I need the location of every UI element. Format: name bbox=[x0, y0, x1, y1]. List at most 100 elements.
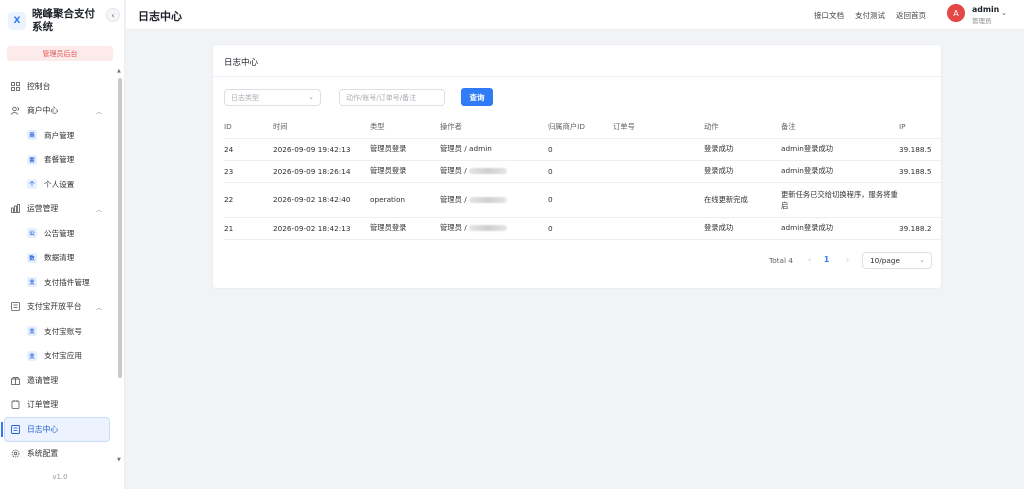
page-number-current[interactable]: 1 bbox=[824, 255, 829, 264]
avatar[interactable]: A bbox=[947, 4, 965, 22]
column-header: 归属商户ID bbox=[548, 116, 613, 139]
back-home-link[interactable]: 返回首页 bbox=[896, 10, 926, 21]
sidebar-item-label: 公告管理 bbox=[44, 228, 75, 238]
operator-text: 管理员 / bbox=[440, 166, 469, 175]
sidebar-item-alipay-apps[interactable]: 支支付宝应用 bbox=[0, 344, 118, 369]
sidebar-item-announcements[interactable]: 公公告管理 bbox=[0, 221, 118, 246]
cell-order-no bbox=[613, 160, 704, 183]
cell-merchant-id: 0 bbox=[548, 160, 613, 183]
cell-time: 2026-09-09 19:42:13 bbox=[273, 138, 370, 161]
cell-merchant-id: 0 bbox=[548, 217, 613, 240]
sidebar-item-personal-settings[interactable]: 个个人设置 bbox=[0, 172, 118, 197]
sidebar-item-orders[interactable]: 订单管理 bbox=[0, 393, 118, 418]
scrollbar-thumb[interactable] bbox=[118, 78, 122, 378]
cell-action: 登录成功 bbox=[704, 217, 781, 240]
cell-note: admin登录成功 bbox=[781, 138, 899, 161]
badge-icon: 个 bbox=[27, 179, 37, 190]
page-size-select[interactable]: 10/page ⌄ bbox=[862, 252, 932, 269]
badge-icon: 套 bbox=[27, 154, 37, 165]
top-header: 日志中心 接口文档 支付测试 返回首页 A admin 管理员 ⌄ bbox=[126, 0, 1024, 30]
cell-operator: 管理员 / bbox=[440, 182, 548, 218]
query-button[interactable]: 查询 bbox=[461, 88, 493, 106]
sidebar-item-dashboard[interactable]: 控制台 bbox=[0, 74, 118, 99]
chevron-down-icon[interactable]: ⌄ bbox=[1001, 9, 1007, 17]
cell-operator: 管理员 / bbox=[440, 217, 548, 240]
sidebar-nav: 控制台 商户中心 ︿ 商商户管理 套套餐管理 个个人设置 运营管理 ︿ 公公告管… bbox=[0, 74, 118, 466]
sidebar-item-payment-plugins[interactable]: 支支付插件管理 bbox=[0, 270, 118, 295]
total-count: Total 4 bbox=[769, 256, 794, 265]
cell-type: operation bbox=[370, 182, 440, 218]
gear-icon bbox=[10, 449, 20, 459]
sidebar-item-alipay-platform[interactable]: 支付宝开放平台 ︿ bbox=[0, 295, 118, 320]
sidebar-item-invites[interactable]: 邀请管理 bbox=[0, 368, 118, 393]
cell-order-no bbox=[613, 138, 704, 161]
chevron-down-icon: ⌄ bbox=[308, 93, 314, 101]
chevron-up-icon: ︿ bbox=[95, 304, 102, 312]
sidebar-item-label: 商户中心 bbox=[27, 106, 59, 116]
sidebar-item-merchant-center[interactable]: 商户中心 ︿ bbox=[0, 99, 118, 124]
sidebar-item-system-config[interactable]: 系统配置 bbox=[0, 442, 118, 467]
sidebar-item-logs[interactable]: 日志中心 bbox=[1, 417, 110, 442]
platform-icon bbox=[10, 302, 20, 312]
prev-page-icon[interactable]: ‹ bbox=[808, 255, 811, 264]
cell-merchant-id: 0 bbox=[548, 138, 613, 161]
next-page-icon[interactable]: › bbox=[846, 255, 849, 264]
log-type-select[interactable]: 日志类型 ⌄ bbox=[224, 89, 321, 106]
sidebar-item-label: 数据清理 bbox=[44, 253, 75, 263]
payment-test-link[interactable]: 支付测试 bbox=[855, 10, 885, 21]
badge-icon: 支 bbox=[27, 326, 37, 337]
column-header: IP bbox=[899, 116, 941, 139]
cell-type: 管理员登录 bbox=[370, 217, 440, 240]
cell-id: 21 bbox=[224, 217, 273, 240]
sidebar-item-label: 系统配置 bbox=[27, 449, 59, 459]
sidebar-scrollbar[interactable]: ▲ ▼ bbox=[117, 68, 122, 463]
column-header: 类型 bbox=[370, 116, 440, 139]
table-row: 24 2026-09-09 19:42:13 管理员登录 管理员 / admin… bbox=[224, 138, 941, 161]
log-icon bbox=[10, 424, 20, 434]
sidebar-item-alipay-accounts[interactable]: 支支付宝账号 bbox=[0, 319, 118, 344]
sidebar-item-label: 邀请管理 bbox=[27, 375, 59, 385]
cell-id: 23 bbox=[224, 160, 273, 183]
sidebar-item-label: 商户管理 bbox=[44, 130, 75, 140]
scroll-up-icon[interactable]: ▲ bbox=[117, 68, 121, 74]
app-version: v1.0 bbox=[52, 473, 68, 481]
badge-icon: 支 bbox=[27, 350, 37, 361]
column-header: 备注 bbox=[781, 116, 899, 139]
search-input[interactable] bbox=[339, 89, 445, 106]
cell-time: 2026-09-09 18:26:14 bbox=[273, 160, 370, 183]
chevron-up-icon: ︿ bbox=[95, 108, 102, 116]
operator-text: 管理员 / bbox=[440, 223, 469, 232]
user-role: 管理员 bbox=[972, 17, 992, 25]
sidebar-item-data-cleanup[interactable]: 数数据清理 bbox=[0, 246, 118, 271]
sidebar-item-label: 订单管理 bbox=[27, 400, 59, 410]
cell-ip: 39.188.5 bbox=[899, 138, 941, 161]
order-icon bbox=[10, 400, 20, 410]
badge-icon: 数 bbox=[27, 252, 37, 263]
sidebar-item-package-management[interactable]: 套套餐管理 bbox=[0, 148, 118, 173]
sidebar-item-label: 支付宝开放平台 bbox=[27, 302, 82, 312]
collapse-sidebar-button[interactable]: ‹ bbox=[106, 8, 120, 22]
sidebar-item-operations[interactable]: 运营管理 ︿ bbox=[0, 197, 118, 222]
select-placeholder: 日志类型 bbox=[231, 93, 259, 102]
column-header: 时间 bbox=[273, 116, 370, 139]
redacted-text bbox=[469, 196, 507, 203]
sidebar-item-merchant-management[interactable]: 商商户管理 bbox=[0, 123, 118, 148]
brand-title: 晓峰聚合支付系统 bbox=[32, 8, 95, 33]
cell-action: 登录成功 bbox=[704, 138, 781, 161]
column-header: 动作 bbox=[704, 116, 781, 139]
cell-note: admin登录成功 bbox=[781, 160, 899, 183]
cell-ip: 39.188.2 bbox=[899, 217, 941, 240]
cell-time: 2026-09-02 18:42:40 bbox=[273, 182, 370, 218]
scroll-down-icon[interactable]: ▼ bbox=[117, 457, 121, 463]
badge-icon: 支 bbox=[27, 277, 37, 288]
cell-operator: 管理员 / bbox=[440, 160, 548, 183]
sidebar-item-label: 运营管理 bbox=[27, 204, 59, 214]
log-center-card: 日志中心 日志类型 ⌄ 查询 ID 时间 类型 操作者 归属商户ID 订单号 动… bbox=[212, 44, 942, 289]
table-row: 23 2026-09-09 18:26:14 管理员登录 管理员 / 0 登录成… bbox=[224, 160, 941, 183]
api-docs-link[interactable]: 接口文档 bbox=[814, 10, 844, 21]
sidebar-item-label: 日志中心 bbox=[27, 424, 59, 434]
column-header: 订单号 bbox=[613, 116, 704, 139]
log-table: ID 时间 类型 操作者 归属商户ID 订单号 动作 备注 IP 24 2026… bbox=[224, 116, 941, 240]
chart-icon bbox=[10, 204, 20, 214]
user-name[interactable]: admin bbox=[972, 5, 999, 14]
